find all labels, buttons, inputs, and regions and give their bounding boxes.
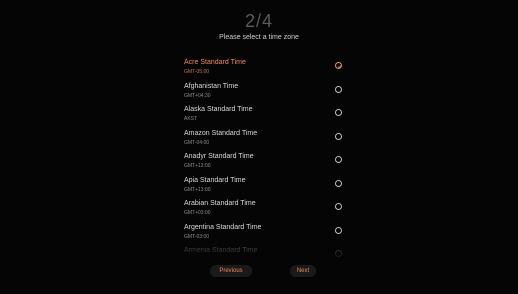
timezone-row[interactable]: Alaska Standard Time AKST (182, 103, 350, 127)
timezone-name: Amazon Standard Time (184, 129, 258, 137)
timezone-row[interactable]: Anadyr Standard Time GMT+12:00 (182, 150, 350, 174)
step-indicator: 2/4 (244, 11, 274, 31)
radio-empty-icon[interactable] (335, 156, 342, 163)
timezone-offset: GMT+12:00 (184, 163, 211, 169)
timezone-name: Alaska Standard Time (184, 106, 253, 113)
timezone-name: Arabian Standard Time (184, 200, 256, 207)
timezone-offset: AKST (184, 116, 198, 122)
page-subtitle: Please select a time zone (219, 34, 299, 41)
timezone-row[interactable]: Arabian Standard Time GMT+03:00 (182, 197, 350, 221)
radio-empty-icon[interactable] (335, 85, 342, 93)
timezone-list[interactable]: Acre Standard Time GMT-05:00 Afghanistan… (182, 56, 350, 261)
timezone-name: Acre Standard Time (184, 59, 246, 66)
timezone-row[interactable]: Argentina Standard Time GMT-03:00 (182, 221, 350, 245)
timezone-row[interactable]: Afghanistan Time GMT+04:30 (182, 80, 350, 104)
timezone-offset: GMT+13:00 (184, 186, 211, 193)
timezone-offset: GMT-03:00 (184, 233, 210, 240)
radio-empty-icon[interactable] (335, 109, 342, 116)
timezone-row[interactable]: Armenia Standard Time (182, 244, 350, 261)
timezone-offset: GMT+04:30 (184, 92, 211, 99)
timezone-row[interactable]: Amazon Standard Time GMT-04:00 (182, 127, 350, 151)
radio-empty-icon[interactable] (335, 179, 342, 187)
radio-empty-icon[interactable] (335, 250, 342, 257)
radio-empty-icon[interactable] (335, 226, 342, 234)
timezone-offset: GMT-04:00 (184, 139, 210, 146)
timezone-name: Argentina Standard Time (184, 223, 262, 231)
timezone-name: Anadyr Standard Time (184, 153, 254, 160)
timezone-setup-screen: 2/4 Please select a time zone Acre Stand… (0, 0, 518, 294)
next-button[interactable]: Next (290, 265, 316, 277)
radio-empty-icon[interactable] (335, 132, 342, 140)
timezone-offset: GMT-05:00 (184, 69, 210, 75)
timezone-offset: GMT+03:00 (184, 210, 211, 216)
previous-button[interactable]: Previous (210, 265, 252, 277)
radio-empty-icon[interactable] (335, 203, 342, 210)
check-circle-icon[interactable] (335, 62, 342, 69)
timezone-row[interactable]: Apia Standard Time GMT+13:00 (182, 174, 350, 198)
timezone-name: Apia Standard Time (184, 176, 246, 184)
timezone-name: Afghanistan Time (184, 82, 239, 90)
timezone-name: Armenia Standard Time (184, 247, 258, 254)
timezone-row[interactable]: Acre Standard Time GMT-05:00 (182, 56, 350, 80)
